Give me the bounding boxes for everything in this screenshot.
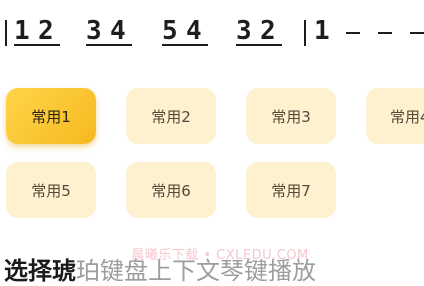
preset-chip-4[interactable]: 常用4 (366, 88, 424, 144)
preset-chip-label: 常用1 (31, 107, 71, 126)
beam-underline (162, 44, 208, 46)
sustain-dash (346, 32, 360, 34)
beam-underline (86, 44, 132, 46)
beam-underline (14, 44, 60, 46)
preset-chip-3[interactable]: 常用3 (246, 88, 336, 144)
preset-chip-6[interactable]: 常用6 (126, 162, 216, 218)
hint-caption-strong: 选择琥 (4, 257, 76, 285)
bar-line (304, 20, 306, 46)
note: 5 (162, 16, 178, 46)
preset-chip-2[interactable]: 常用2 (126, 88, 216, 144)
note: 4 (186, 16, 202, 46)
hint-caption: 选择琥珀键盘上下文琴键播放 (4, 256, 316, 286)
sustain-dash (410, 32, 424, 34)
note: 2 (38, 16, 54, 46)
note: 3 (236, 16, 252, 46)
note: 4 (110, 16, 126, 46)
preset-chip-label: 常用7 (271, 181, 311, 200)
note: 3 (86, 16, 102, 46)
beam-underline (236, 44, 282, 46)
note-group: 1 2 (14, 14, 60, 50)
note-group: 5 4 (162, 14, 208, 50)
preset-chip-5[interactable]: 常用5 (6, 162, 96, 218)
preset-chip-1[interactable]: 常用1 (6, 88, 96, 144)
preset-chip-label: 常用2 (151, 107, 191, 126)
note-group: 3 4 (86, 14, 132, 50)
bar-line (5, 20, 7, 46)
jianpu-notation: 1 2 3 4 5 4 3 2 1 (0, 14, 424, 50)
preset-chip-label: 常用5 (31, 181, 71, 200)
sustain-dash (378, 32, 392, 34)
preset-chip-label: 常用4 (390, 107, 424, 126)
note-group: 3 2 (236, 14, 282, 50)
preset-chip-label: 常用6 (151, 181, 191, 200)
note: 2 (260, 16, 276, 46)
hint-caption-soft: 珀键盘上下文琴键播放 (76, 257, 316, 285)
preset-chip-label: 常用3 (271, 107, 311, 126)
note: 1 (314, 16, 330, 46)
note: 1 (14, 16, 30, 46)
preset-chip-7[interactable]: 常用7 (246, 162, 336, 218)
